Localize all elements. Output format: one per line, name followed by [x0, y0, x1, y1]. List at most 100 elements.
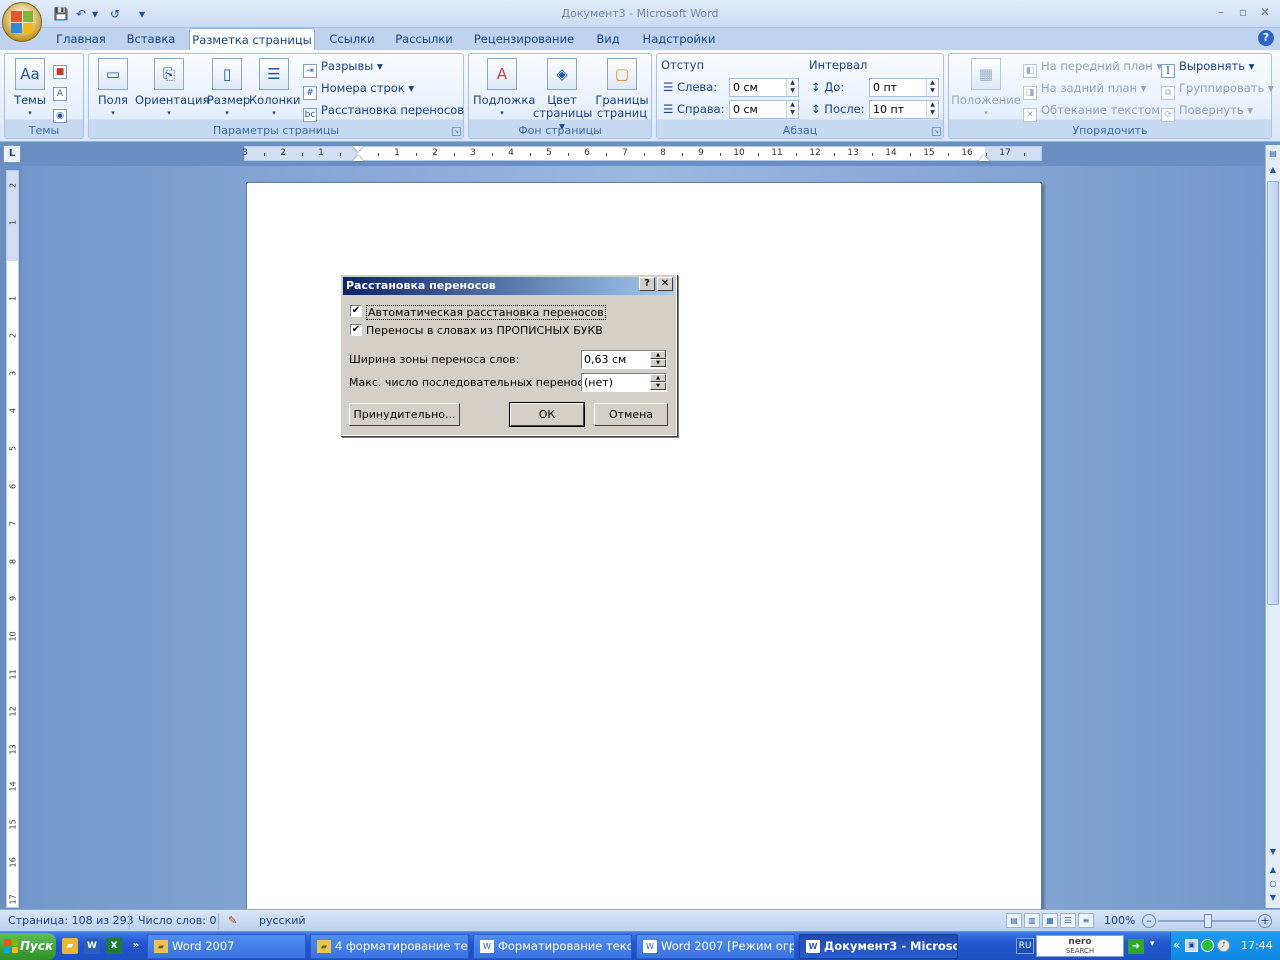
word-count[interactable]: Число слов: 0: [138, 914, 217, 927]
tray-expand-icon[interactable]: «: [1173, 938, 1180, 952]
volume-icon[interactable]: ♪: [1217, 939, 1230, 952]
tab-page-layout[interactable]: Разметка страницы: [189, 28, 315, 50]
indent-right-input[interactable]: 0 см ▲ ▼: [729, 100, 799, 119]
full-screen-reading-icon[interactable]: ▥: [1024, 913, 1040, 928]
quicklaunch-excel-icon[interactable]: X: [106, 938, 122, 954]
scroll-up-icon[interactable]: ▲: [1266, 163, 1280, 177]
tab-review[interactable]: Рецензирование: [468, 28, 580, 50]
start-button[interactable]: Пуск: [0, 933, 56, 960]
spacing-after-input[interactable]: 10 пт ▲ ▼: [869, 100, 939, 119]
auto-hyphenate-checkbox[interactable]: ✔: [350, 305, 362, 317]
hyphenation-button[interactable]: bcРасстановка переносов ▾: [303, 101, 473, 122]
themes-button[interactable]: Aa Темы ▾: [8, 58, 52, 120]
max-consecutive-spinner-icon[interactable]: ▲ ▼: [650, 374, 666, 391]
zoom-out-icon[interactable]: –: [1142, 914, 1156, 928]
close-button[interactable]: ✕: [1254, 3, 1276, 21]
next-page-icon[interactable]: ▼: [1266, 891, 1280, 905]
network-icon[interactable]: ▣: [1185, 939, 1198, 952]
indent-right-spinner-icon[interactable]: ▲ ▼: [786, 101, 798, 118]
zone-width-input[interactable]: 0,63 см ▲ ▼: [581, 350, 667, 369]
text-wrap-button[interactable]: ✕Обтекание текстом ▾: [1023, 101, 1170, 122]
tab-insert[interactable]: Вставка: [120, 28, 182, 50]
tab-addins[interactable]: Надстройки: [636, 28, 722, 50]
margins-button[interactable]: ▭ Поля ▾: [95, 58, 131, 120]
go-dropdown-icon[interactable]: ▾: [1150, 939, 1160, 949]
tab-references[interactable]: Ссылки: [322, 28, 382, 50]
proofing-icon[interactable]: ✎: [228, 914, 237, 927]
page-counter[interactable]: Страница: 108 из 293: [8, 914, 134, 927]
columns-button[interactable]: ☰ Колонки ▾: [249, 58, 301, 120]
manual-button[interactable]: Принудительно...: [349, 403, 460, 426]
tab-home[interactable]: Главная: [50, 28, 112, 50]
hyphenate-caps-checkbox[interactable]: ✔: [350, 324, 362, 336]
quicklaunch-folder-icon[interactable]: ▰: [62, 938, 78, 954]
theme-colors-button[interactable]: ■: [53, 58, 71, 79]
outline-view-icon[interactable]: ☰: [1060, 913, 1076, 928]
spacing-before-spinner-icon[interactable]: ▲ ▼: [926, 79, 938, 96]
page-borders-button[interactable]: ▢ Границы страниц: [593, 58, 651, 120]
hanging-indent-marker[interactable]: [353, 155, 363, 161]
size-button[interactable]: ▯ Размер ▾: [207, 58, 250, 120]
spacing-after-spinner-icon[interactable]: ▲ ▼: [926, 101, 938, 118]
restore-button[interactable]: ▫: [1232, 3, 1254, 21]
dialog-help-button[interactable]: ?: [639, 277, 655, 291]
ruler-toggle-icon[interactable]: ▤: [1266, 147, 1280, 161]
zoom-slider-thumb[interactable]: [1204, 914, 1212, 928]
theme-effects-button[interactable]: ◉: [53, 102, 71, 123]
paragraph-launcher-icon[interactable]: ↘: [932, 127, 941, 136]
quicklaunch-more-icon[interactable]: »: [128, 938, 144, 954]
antivirus-icon[interactable]: [1201, 939, 1214, 952]
line-numbers-button[interactable]: # Номера строк ▾: [303, 79, 414, 100]
tab-selector-icon[interactable]: L: [3, 145, 21, 163]
taskbar-item[interactable]: WФорматирование текст...: [473, 934, 632, 959]
print-layout-icon[interactable]: ▤: [1006, 913, 1022, 928]
taskbar-item[interactable]: WWord 2007 [Режим огра...: [636, 934, 795, 959]
ok-button[interactable]: ОК: [509, 402, 585, 427]
cancel-button[interactable]: Отмена: [594, 403, 668, 426]
scroll-thumb[interactable]: [1267, 181, 1279, 605]
watermark-button[interactable]: A Подложка ▾: [473, 58, 535, 120]
orientation-button[interactable]: ⎘ Ориентация ▾: [135, 58, 209, 120]
language-bar[interactable]: RU: [1016, 938, 1034, 954]
group-objects-button[interactable]: ⧉ Группировать ▾: [1161, 79, 1274, 100]
page-color-button[interactable]: ◈ Цвет страницы ▾: [533, 58, 592, 133]
search-go-icon[interactable]: ➜: [1128, 939, 1144, 954]
nero-search-box[interactable]: nero SEARCH: [1036, 935, 1124, 957]
zone-width-spinner-icon[interactable]: ▲ ▼: [650, 351, 666, 368]
tab-view[interactable]: Вид: [590, 28, 626, 50]
max-consecutive-input[interactable]: (нет) ▲ ▼: [581, 373, 667, 392]
previous-page-icon[interactable]: ▲: [1266, 863, 1280, 877]
help-icon[interactable]: ?: [1258, 30, 1274, 46]
indent-left-spinner-icon[interactable]: ▲ ▼: [786, 79, 798, 96]
bring-front-button[interactable]: ◧ На передний план ▾: [1023, 57, 1162, 78]
vertical-ruler[interactable]: 2 1 1 2 3 4 5 6 7 8 9 10 11 12 13 14 15 16 17: [6, 170, 19, 908]
send-back-button[interactable]: ◨ На задний план ▾: [1023, 79, 1146, 100]
theme-fonts-button[interactable]: A: [53, 80, 71, 101]
vertical-scrollbar[interactable]: ▤ ▲ ▼ ▲ ○ ▼: [1265, 145, 1280, 908]
taskbar-item-active[interactable]: WДокумент3 - Microso...: [799, 934, 958, 959]
draft-view-icon[interactable]: ≡: [1078, 913, 1094, 928]
office-button[interactable]: [2, 2, 42, 42]
align-button[interactable]: ⫿ Выровнять ▾: [1161, 57, 1254, 78]
taskbar-item[interactable]: ▰4 форматирование тек...: [310, 934, 469, 959]
breaks-button[interactable]: ⇥ Разрывы ▾: [303, 57, 383, 78]
right-indent-marker[interactable]: [979, 155, 989, 161]
taskbar-item[interactable]: ▰ Word 2007: [147, 934, 306, 959]
auto-hyphenate-label[interactable]: Автоматическая расстановка переносов: [366, 305, 606, 320]
page-setup-launcher-icon[interactable]: ↘: [452, 127, 461, 136]
clock[interactable]: 17:44: [1241, 939, 1273, 952]
browse-object-icon[interactable]: ○: [1266, 877, 1280, 891]
zoom-level[interactable]: 100%: [1104, 914, 1135, 927]
position-button[interactable]: ▦ Положение ▾: [951, 58, 1021, 120]
minimize-button[interactable]: –: [1210, 3, 1232, 21]
tab-mailings[interactable]: Рассылки: [390, 28, 458, 50]
indent-left-input[interactable]: 0 см ▲ ▼: [729, 78, 799, 97]
quicklaunch-word-icon[interactable]: W: [84, 938, 100, 954]
web-layout-icon[interactable]: ▦: [1042, 913, 1058, 928]
rotate-button[interactable]: ⟳ Повернуть ▾: [1161, 101, 1253, 122]
scroll-down-icon[interactable]: ▼: [1266, 845, 1280, 859]
dialog-title-bar[interactable]: Расстановка переносов: [343, 277, 674, 295]
horizontal-ruler[interactable]: 3 2 1 1 2 3 4 5 6 7 8 9 10 11 12 13 14 15 16 17: [242, 146, 1042, 161]
first-line-indent-marker[interactable]: [353, 146, 363, 152]
zoom-in-icon[interactable]: +: [1258, 914, 1272, 928]
